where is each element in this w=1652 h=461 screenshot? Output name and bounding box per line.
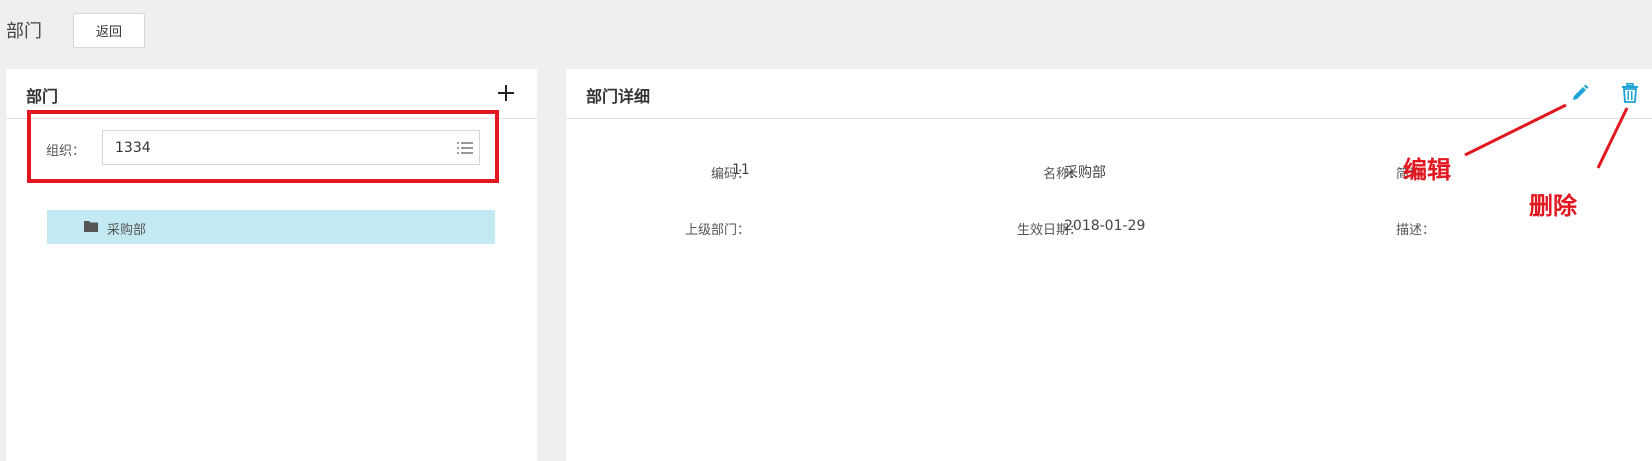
effective-date-value: 2018-01-29	[1064, 218, 1146, 234]
effective-date-label: 生效日期：	[1016, 223, 1082, 238]
page-title: 部门	[6, 21, 42, 42]
panel-title: 部门	[26, 87, 59, 106]
department-tree-panel: 部门 组织： 采购部	[6, 69, 537, 461]
panel-title: 部门详细	[586, 87, 651, 106]
edit-icon[interactable]	[1571, 84, 1589, 102]
annotation-delete-label: 删除	[1529, 192, 1577, 220]
tree-item-purchasing[interactable]: 采购部	[47, 210, 495, 244]
trash-icon[interactable]	[1621, 83, 1639, 103]
back-button[interactable]: 返回	[73, 13, 145, 48]
annotation-edit-label: 编辑	[1403, 156, 1451, 184]
annotation-highlight-box	[27, 110, 499, 183]
panel-header: 部门详细	[566, 69, 1652, 119]
folder-icon	[84, 221, 98, 232]
add-icon[interactable]	[495, 82, 517, 104]
name-value: 采购部	[1064, 165, 1106, 181]
description-label: 描述：	[1395, 223, 1435, 238]
parent-label: 上级部门：	[684, 223, 750, 238]
code-value: 11	[732, 162, 750, 178]
department-detail-panel: 部门详细 编码： 11 名称： 采购部 简称： 上级部门： 生效日期： 2018…	[566, 69, 1652, 461]
name-label: 名称：	[1042, 167, 1082, 182]
tree-item-label: 采购部	[107, 223, 147, 238]
